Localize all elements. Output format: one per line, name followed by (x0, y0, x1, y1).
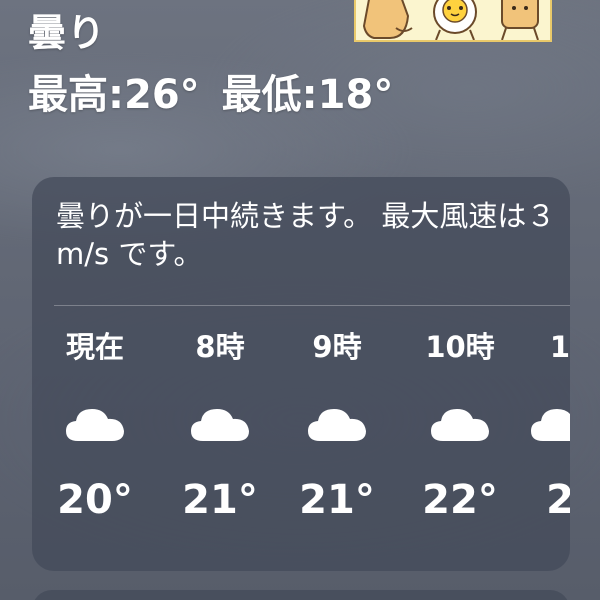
egg-character-center (433, 0, 477, 40)
cloud-icon (191, 409, 249, 441)
cloud-icon (308, 409, 366, 441)
forecast-summary: 曇りが一日中続きます。 最大風速は３ m/s です。 (56, 199, 556, 271)
toast-character-left (362, 0, 413, 39)
hourly-item-8[interactable]: 8時 21° (160, 327, 280, 523)
hourly-item-now[interactable]: 現在 20° (35, 327, 155, 523)
hourly-item-9[interactable]: 9時 21° (277, 327, 397, 523)
low-temperature: 最低:18° (221, 72, 394, 118)
divider (54, 305, 570, 306)
hourly-item-11-partial[interactable]: 1 2 (500, 327, 570, 523)
hour-temperature: 20° (57, 477, 133, 523)
hour-label: 10時 (425, 330, 495, 364)
hour-temperature: 22° (422, 477, 498, 523)
hour-label: 1 (549, 330, 570, 364)
hour-temperature: 21° (182, 477, 258, 523)
next-card-partial (32, 590, 570, 600)
current-condition: 曇り (28, 11, 107, 55)
hour-label: 現在 (65, 330, 124, 364)
high-low-temperatures: 最高:26° 最低:18° (28, 62, 393, 120)
hour-temperature: 21° (299, 477, 375, 523)
hour-temperature: 2 (546, 477, 570, 523)
decorative-sticker (354, 0, 552, 42)
cloud-icon (531, 409, 570, 441)
toast-characters-illustration (362, 0, 539, 40)
cloud-icon (66, 409, 124, 441)
hour-label: 9時 (312, 330, 362, 364)
cloud-icon (431, 409, 489, 441)
toast-character-right (501, 0, 539, 40)
high-temperature: 最高:26° (28, 72, 200, 118)
hour-label: 8時 (195, 330, 245, 364)
hourly-forecast-card[interactable]: 曇りが一日中続きます。 最大風速は３ m/s です。 現在 20° 8時 21°… (32, 177, 570, 571)
